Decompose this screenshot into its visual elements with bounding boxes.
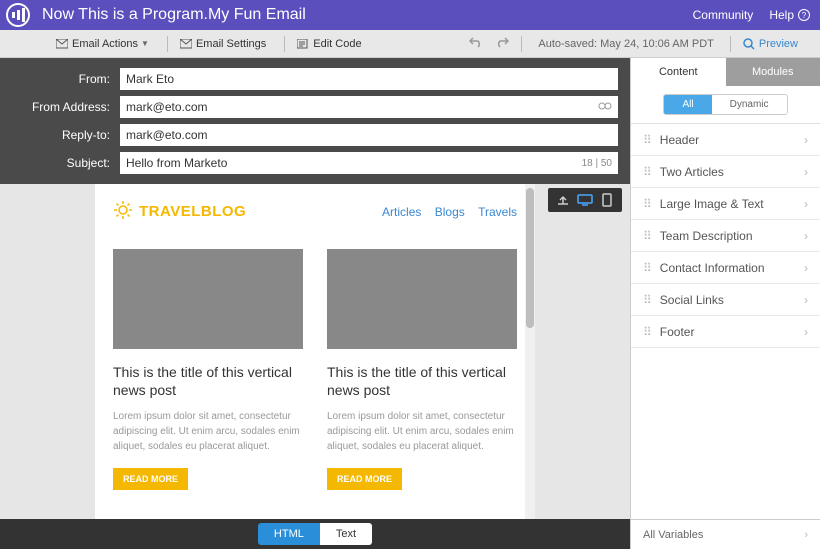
reply-to-input[interactable]: mark@eto.com: [120, 124, 618, 146]
grip-icon: ⠿: [643, 133, 650, 147]
help-label: Help: [769, 8, 794, 22]
nav-blogs[interactable]: Blogs: [435, 205, 465, 219]
right-panel: Content Modules All Dynamic ⠿ Header › ⠿ Two…: [630, 58, 820, 549]
scrollbar-thumb[interactable]: [526, 188, 534, 328]
chevron-right-icon: ›: [804, 197, 808, 211]
chevron-right-icon: ›: [804, 165, 808, 179]
mail-icon: [180, 39, 192, 49]
redo-button[interactable]: [489, 33, 515, 54]
module-label: Large Image & Text: [660, 197, 764, 211]
toggle-html[interactable]: HTML: [258, 523, 320, 545]
email-meta-form: From: Mark Eto From Address: mark@eto.co…: [0, 58, 630, 184]
preview-button[interactable]: Preview: [737, 35, 804, 53]
module-item[interactable]: ⠿ Social Links ›: [631, 284, 820, 316]
scrollbar[interactable]: [525, 184, 535, 519]
module-label: Social Links: [660, 293, 724, 307]
caret-down-icon: ▼: [141, 39, 149, 48]
grip-icon: ⠿: [643, 261, 650, 275]
marketo-logo-icon: [6, 3, 30, 27]
post-title: This is the title of this vertical news …: [113, 363, 303, 399]
from-address-label: From Address:: [0, 100, 120, 114]
brand-logo: TRAVELBLOG: [113, 200, 246, 223]
module-label: Team Description: [660, 229, 753, 243]
email-actions-menu[interactable]: Email Actions ▼: [50, 35, 155, 53]
grip-icon: ⠿: [643, 325, 650, 339]
reply-to-label: Reply-to:: [0, 128, 120, 142]
email-settings-button[interactable]: Email Settings: [174, 35, 272, 53]
post-card: This is the title of this vertical news …: [327, 249, 517, 490]
separator: [284, 36, 285, 52]
mail-icon: [56, 39, 68, 49]
device-desktop-button[interactable]: [574, 190, 596, 210]
app-header: Now This is a Program.My Fun Email Commu…: [0, 0, 820, 30]
subtab-dynamic[interactable]: Dynamic: [712, 95, 787, 114]
grip-icon: ⠿: [643, 197, 650, 211]
help-link[interactable]: Help ?: [769, 8, 810, 22]
token-icon[interactable]: [598, 100, 612, 115]
code-icon: [297, 39, 309, 49]
page-title: Now This is a Program.My Fun Email: [42, 6, 677, 24]
post-card: This is the title of this vertical news …: [113, 249, 303, 490]
module-item[interactable]: ⠿ Footer ›: [631, 316, 820, 348]
grip-icon: ⠿: [643, 165, 650, 179]
chevron-right-icon: ›: [804, 529, 808, 541]
device-top-button[interactable]: [552, 190, 574, 210]
all-variables-button[interactable]: All Variables ›: [631, 519, 820, 549]
from-address-input[interactable]: mark@eto.com: [120, 96, 618, 118]
read-more-button[interactable]: READ MORE: [327, 468, 402, 490]
community-link[interactable]: Community: [693, 8, 754, 22]
nav-articles[interactable]: Articles: [382, 205, 421, 219]
subject-char-count: 18 | 50: [582, 158, 612, 169]
chevron-right-icon: ›: [804, 261, 808, 275]
separator: [521, 36, 522, 52]
sun-icon: [113, 200, 133, 223]
tab-content[interactable]: Content: [631, 58, 726, 86]
post-image: [327, 249, 517, 349]
subject-input[interactable]: Hello from Marketo 18 | 50: [120, 152, 618, 174]
chevron-right-icon: ›: [804, 229, 808, 243]
module-item[interactable]: ⠿ Header ›: [631, 124, 820, 156]
module-label: Two Articles: [660, 165, 724, 179]
search-icon: [743, 38, 755, 50]
canvas-footer: HTML Text: [0, 519, 630, 549]
tab-modules[interactable]: Modules: [726, 58, 820, 86]
post-body: Lorem ipsum dolor sit amet, consectetur …: [327, 409, 517, 454]
canvas-nav: Articles Blogs Travels: [372, 205, 517, 219]
html-text-toggle: HTML Text: [258, 523, 372, 545]
module-label: Footer: [660, 325, 695, 339]
module-item[interactable]: ⠿ Contact Information ›: [631, 252, 820, 284]
from-input[interactable]: Mark Eto: [120, 68, 618, 90]
module-list: ⠿ Header › ⠿ Two Articles › ⠿ Large Image & Tex…: [631, 124, 820, 519]
subject-label: Subject:: [0, 156, 120, 170]
chevron-right-icon: ›: [804, 325, 808, 339]
device-preview-bar: [548, 188, 622, 212]
chevron-right-icon: ›: [804, 293, 808, 307]
device-mobile-button[interactable]: [596, 190, 618, 210]
separator: [730, 36, 731, 52]
grip-icon: ⠿: [643, 293, 650, 307]
autosave-status: Auto-saved: May 24, 10:06 AM PDT: [538, 38, 713, 50]
toolbar: Email Actions ▼ Email Settings Edit Code…: [0, 30, 820, 58]
from-label: From:: [0, 72, 120, 86]
subtab-all[interactable]: All: [664, 95, 711, 114]
email-canvas[interactable]: TRAVELBLOG Articles Blogs Travels This i…: [95, 184, 535, 519]
grip-icon: ⠿: [643, 229, 650, 243]
module-item[interactable]: ⠿ Large Image & Text ›: [631, 188, 820, 220]
help-icon: ?: [798, 9, 810, 21]
separator: [167, 36, 168, 52]
module-label: Contact Information: [660, 261, 765, 275]
post-title: This is the title of this vertical news …: [327, 363, 517, 399]
edit-code-button[interactable]: Edit Code: [291, 35, 367, 53]
post-image: [113, 249, 303, 349]
chevron-right-icon: ›: [804, 133, 808, 147]
module-item[interactable]: ⠿ Team Description ›: [631, 220, 820, 252]
undo-button[interactable]: [463, 33, 489, 54]
nav-travels[interactable]: Travels: [478, 205, 517, 219]
toggle-text[interactable]: Text: [320, 523, 372, 545]
module-item[interactable]: ⠿ Two Articles ›: [631, 156, 820, 188]
post-body: Lorem ipsum dolor sit amet, consectetur …: [113, 409, 303, 454]
module-label: Header: [660, 133, 699, 147]
read-more-button[interactable]: READ MORE: [113, 468, 188, 490]
